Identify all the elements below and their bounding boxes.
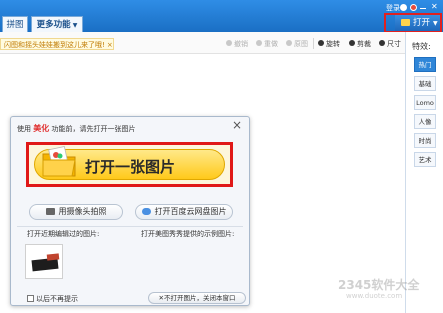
open-image-label: 打开一张图片 [85, 158, 176, 176]
user-icon[interactable] [400, 4, 407, 11]
edit-toolbar: 闪图和摇头娃娃搬到这儿来了哦! × 撤销 重做 原图 旋转 剪裁 尺寸 [0, 32, 405, 54]
open-image-dialog: 使用 美化 功能前，请先打开一张图片 × 打开一张图片 用摄像头拍照 打开百度云… [10, 116, 250, 306]
undo-icon [226, 40, 232, 46]
effects-title: 特效: [412, 42, 431, 51]
recent-images-label: 打开近期编辑过的图片: [27, 230, 100, 238]
top-bar: 拼图 更多功能 ▼ 登录 ✕ 打开 ▼ [0, 0, 443, 33]
dont-show-checkbox[interactable]: 以后不再提示 [27, 294, 78, 304]
original-label: 原图 [294, 40, 308, 48]
effect-category-hot[interactable]: 热门 [414, 57, 436, 72]
effects-panel: 特效: 热门 基础 Lomo 人像 时尚 艺术 [405, 32, 443, 313]
size-label: 尺寸 [387, 40, 401, 48]
minimize-icon[interactable] [420, 8, 426, 9]
folder-icon [42, 146, 76, 177]
rotate-icon [318, 40, 324, 46]
close-without-opening-button[interactable]: ✕不打开图片，关闭本窗口 [148, 292, 246, 304]
notice-banner: 闪图和摇头娃娃搬到这儿来了哦! × [0, 38, 114, 50]
checkbox-icon [27, 295, 34, 302]
original-button[interactable]: 原图 [286, 39, 308, 49]
size-icon [379, 40, 385, 46]
dialog-head-prefix: 使用 [17, 125, 31, 133]
watermark-url: www.duote.com [346, 292, 403, 300]
crop-button[interactable]: 剪裁 [349, 39, 371, 49]
recent-image-thumbnail[interactable] [25, 244, 63, 279]
undo-label: 撤销 [234, 40, 248, 48]
dialog-head-brand: 美化 [33, 124, 50, 133]
sample-images-label: 打开美图秀秀提供的示例图片: [141, 230, 235, 238]
effect-category-basic[interactable]: 基础 [414, 76, 436, 91]
open-image-button[interactable]: 打开一张图片 [34, 146, 225, 180]
effect-category-lomo[interactable]: Lomo [414, 95, 436, 110]
crop-icon [349, 40, 355, 46]
camera-label: 用摄像头拍照 [58, 207, 107, 216]
dialog-head-suffix: 功能前，请先打开一张图片 [51, 125, 136, 133]
dialog-divider [17, 226, 243, 227]
rotate-button[interactable]: 旋转 [318, 39, 340, 49]
dont-show-label: 以后不再提示 [36, 295, 78, 303]
baidu-cloud-button[interactable]: 打开百度云网盘图片 [135, 204, 233, 220]
dialog-header: 使用 美化 功能前，请先打开一张图片 [17, 123, 135, 134]
undo-button[interactable]: 撤销 [226, 39, 248, 49]
redo-icon [256, 40, 262, 46]
cloud-icon [141, 208, 151, 215]
no-open-label: 不打开图片，关闭本窗口 [163, 294, 236, 302]
dialog-close-icon[interactable]: × [232, 119, 242, 131]
effect-category-fashion[interactable]: 时尚 [414, 133, 436, 148]
tab-collage[interactable]: 拼图 [2, 16, 28, 32]
size-button[interactable]: 尺寸 [379, 39, 401, 49]
watermark: 2345软件大全 [338, 278, 420, 292]
effect-category-art[interactable]: 艺术 [414, 152, 436, 167]
message-icon[interactable] [410, 4, 417, 11]
camera-button[interactable]: 用摄像头拍照 [29, 204, 123, 220]
redo-label: 重做 [264, 40, 278, 48]
crop-label: 剪裁 [357, 40, 371, 48]
notice-close-icon[interactable]: × [107, 41, 113, 49]
thumbnail-shape [46, 253, 60, 261]
redo-button[interactable]: 重做 [256, 39, 278, 49]
open-image-button-highlight: 打开一张图片 [26, 142, 233, 187]
toolbar-divider [313, 38, 314, 49]
effect-category-portrait[interactable]: 人像 [414, 114, 436, 129]
rotate-label: 旋转 [326, 40, 340, 48]
cloud-label: 打开百度云网盘图片 [154, 207, 227, 216]
original-icon [286, 40, 292, 46]
tab-more-label: 更多功能 [36, 20, 71, 30]
notice-text: 闪图和摇头娃娃搬到这儿来了哦! [4, 41, 105, 49]
camera-icon [45, 208, 55, 215]
chevron-down-icon: ▼ [72, 22, 78, 29]
tab-more-functions[interactable]: 更多功能 ▼ [31, 16, 83, 32]
highlight-box [384, 13, 442, 33]
close-icon[interactable]: ✕ [431, 2, 438, 12]
